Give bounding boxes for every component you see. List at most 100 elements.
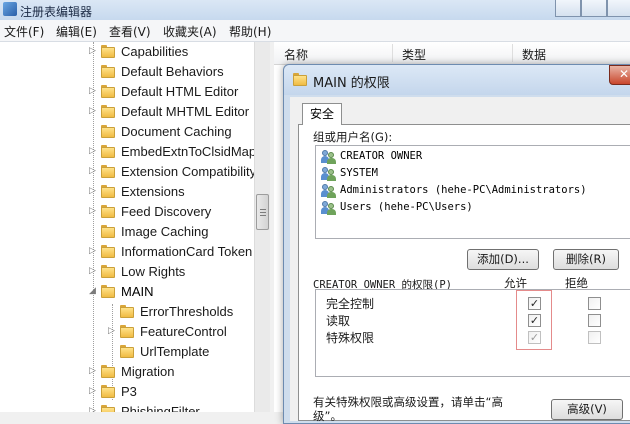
- tree-item[interactable]: Image Caching: [0, 222, 254, 242]
- expand-arrow-icon[interactable]: ▷: [88, 386, 97, 397]
- permission-name: 特殊权限: [326, 331, 375, 345]
- tree-item[interactable]: ▷ PhishingFilter: [0, 402, 254, 412]
- tree-item-label: Default HTML Editor: [121, 84, 239, 99]
- folder-icon: [101, 185, 115, 198]
- groups-label: 组或用户名(G):: [313, 130, 393, 144]
- minimize-button[interactable]: [555, 0, 581, 17]
- user-name: CREATOR OWNER: [340, 150, 423, 162]
- tree-item[interactable]: ▷ Migration: [0, 362, 254, 382]
- dialog-close-button[interactable]: ✕: [609, 65, 630, 85]
- expand-arrow-icon[interactable]: ▷: [88, 186, 97, 197]
- user-list-item[interactable]: Administrators (hehe-PC\Administrators): [321, 183, 621, 200]
- tree-item-label: Document Caching: [121, 124, 232, 139]
- allow-checkbox[interactable]: ✓: [528, 297, 541, 310]
- permission-name: 完全控制: [326, 297, 375, 311]
- expand-arrow-icon[interactable]: ▷: [107, 326, 116, 337]
- folder-icon: [101, 125, 115, 138]
- expand-arrow-icon[interactable]: ▷: [88, 266, 97, 277]
- user-group-icon: [321, 167, 337, 181]
- folder-icon: [101, 45, 115, 58]
- tree-item-label: Extensions: [121, 184, 185, 199]
- tree-item-label: Default Behaviors: [121, 64, 224, 79]
- user-name: Administrators (hehe-PC\Administrators): [340, 184, 587, 196]
- tree-item-label: FeatureControl: [140, 324, 227, 339]
- menu-favorites[interactable]: 收藏夹(A): [163, 23, 217, 40]
- tree-item[interactable]: ▷ Extension Compatibility: [0, 162, 254, 182]
- expand-arrow-icon[interactable]: ▷: [88, 86, 97, 97]
- tree-item[interactable]: ▷ Capabilities: [0, 42, 254, 62]
- user-list-item[interactable]: Users (hehe-PC\Users): [321, 200, 621, 217]
- tree-item-label: EmbedExtnToClsidMap: [121, 144, 254, 159]
- user-group-icon: [321, 201, 337, 215]
- tree-item[interactable]: ▷ P3: [0, 382, 254, 402]
- advanced-button[interactable]: 高级(V): [551, 399, 623, 420]
- folder-icon: [101, 105, 115, 118]
- column-name[interactable]: 名称: [284, 46, 308, 63]
- regedit-icon: [3, 2, 17, 16]
- users-list[interactable]: CREATOR OWNER SYSTEM Administrators (hehe-…: [315, 145, 630, 239]
- window-title: 注册表编辑器: [20, 5, 93, 19]
- remove-button[interactable]: 删除(R): [553, 249, 619, 270]
- folder-icon: [101, 165, 115, 178]
- user-list-item[interactable]: CREATOR OWNER: [321, 149, 621, 166]
- menu-file[interactable]: 文件(F): [4, 23, 44, 40]
- expand-arrow-icon[interactable]: ▷: [88, 146, 97, 157]
- tree-scrollbar[interactable]: [254, 42, 270, 412]
- tree-item[interactable]: Default Behaviors: [0, 62, 254, 82]
- tree-item[interactable]: ▷ InformationCard Token: [0, 242, 254, 262]
- maximize-button[interactable]: [581, 0, 607, 17]
- tree-item[interactable]: ▷ Low Rights: [0, 262, 254, 282]
- allow-checkbox[interactable]: ✓: [528, 314, 541, 327]
- column-data[interactable]: 数据: [522, 46, 546, 63]
- deny-checkbox[interactable]: [588, 331, 601, 344]
- expand-arrow-icon[interactable]: ▷: [88, 166, 97, 177]
- tree-item[interactable]: ▷ FeatureControl: [0, 322, 254, 342]
- security-tab-panel: 组或用户名(G): CREATOR OWNER SYSTEM Administrat…: [298, 124, 630, 422]
- dialog-body: 安全 组或用户名(G): CREATOR OWNER SYSTEM Administ…: [290, 97, 630, 422]
- tree-item[interactable]: ▷ Feed Discovery: [0, 202, 254, 222]
- tab-security[interactable]: 安全: [302, 103, 342, 125]
- tree-item[interactable]: ErrorThresholds: [0, 302, 254, 322]
- expand-arrow-icon[interactable]: ▷: [88, 46, 97, 57]
- expand-arrow-icon[interactable]: ▷: [88, 406, 97, 412]
- expand-arrow-icon[interactable]: ▷: [88, 206, 97, 217]
- tree-item[interactable]: ▷ Default HTML Editor: [0, 82, 254, 102]
- tree-item[interactable]: UrlTemplate: [0, 342, 254, 362]
- permissions-dialog: MAIN 的权限 ✕ 安全 组或用户名(G): CREATOR OWNER SYS…: [283, 64, 630, 424]
- dialog-title: MAIN 的权限: [313, 76, 390, 91]
- expand-arrow-icon[interactable]: ▷: [88, 106, 97, 117]
- tree-scrollbar-thumb[interactable]: [256, 194, 269, 230]
- folder-icon: [101, 405, 115, 412]
- folder-icon: [101, 265, 115, 278]
- user-list-item[interactable]: SYSTEM: [321, 166, 621, 183]
- tree-item[interactable]: ▷ EmbedExtnToClsidMap: [0, 142, 254, 162]
- tree-item-label: Default MHTML Editor: [121, 104, 250, 119]
- tree-item-label: Extension Compatibility: [121, 164, 254, 179]
- menu-view[interactable]: 查看(V): [109, 23, 151, 40]
- tree-item[interactable]: ◢ MAIN: [0, 282, 254, 302]
- user-group-icon: [321, 150, 337, 164]
- tree-item[interactable]: ▷ Extensions: [0, 182, 254, 202]
- menu-edit[interactable]: 编辑(E): [56, 23, 97, 40]
- deny-checkbox[interactable]: [588, 314, 601, 327]
- tree-item-label: MAIN: [121, 284, 154, 299]
- deny-checkbox[interactable]: [588, 297, 601, 310]
- add-button[interactable]: 添加(D)...: [467, 249, 539, 270]
- column-type[interactable]: 类型: [402, 46, 426, 63]
- close-button[interactable]: [607, 0, 630, 17]
- registry-tree[interactable]: ▷ Capabilities Default Behaviors ▷ Default H…: [0, 42, 254, 412]
- collapse-arrow-icon[interactable]: ◢: [88, 286, 97, 297]
- tree-item-label: ErrorThresholds: [140, 304, 234, 319]
- user-group-icon: [321, 184, 337, 198]
- menu-bar: 文件(F) 编辑(E) 查看(V) 收藏夹(A) 帮助(H): [0, 20, 630, 42]
- folder-icon: [101, 205, 115, 218]
- folder-icon: [293, 73, 308, 86]
- allow-checkbox[interactable]: ✓: [528, 331, 541, 344]
- folder-icon: [101, 85, 115, 98]
- expand-arrow-icon[interactable]: ▷: [88, 366, 97, 377]
- tree-item[interactable]: Document Caching: [0, 122, 254, 142]
- expand-arrow-icon[interactable]: ▷: [88, 246, 97, 257]
- menu-help[interactable]: 帮助(H): [229, 23, 271, 40]
- tree-item[interactable]: ▷ Default MHTML Editor: [0, 102, 254, 122]
- list-column-header: 名称 类型 数据: [274, 42, 630, 65]
